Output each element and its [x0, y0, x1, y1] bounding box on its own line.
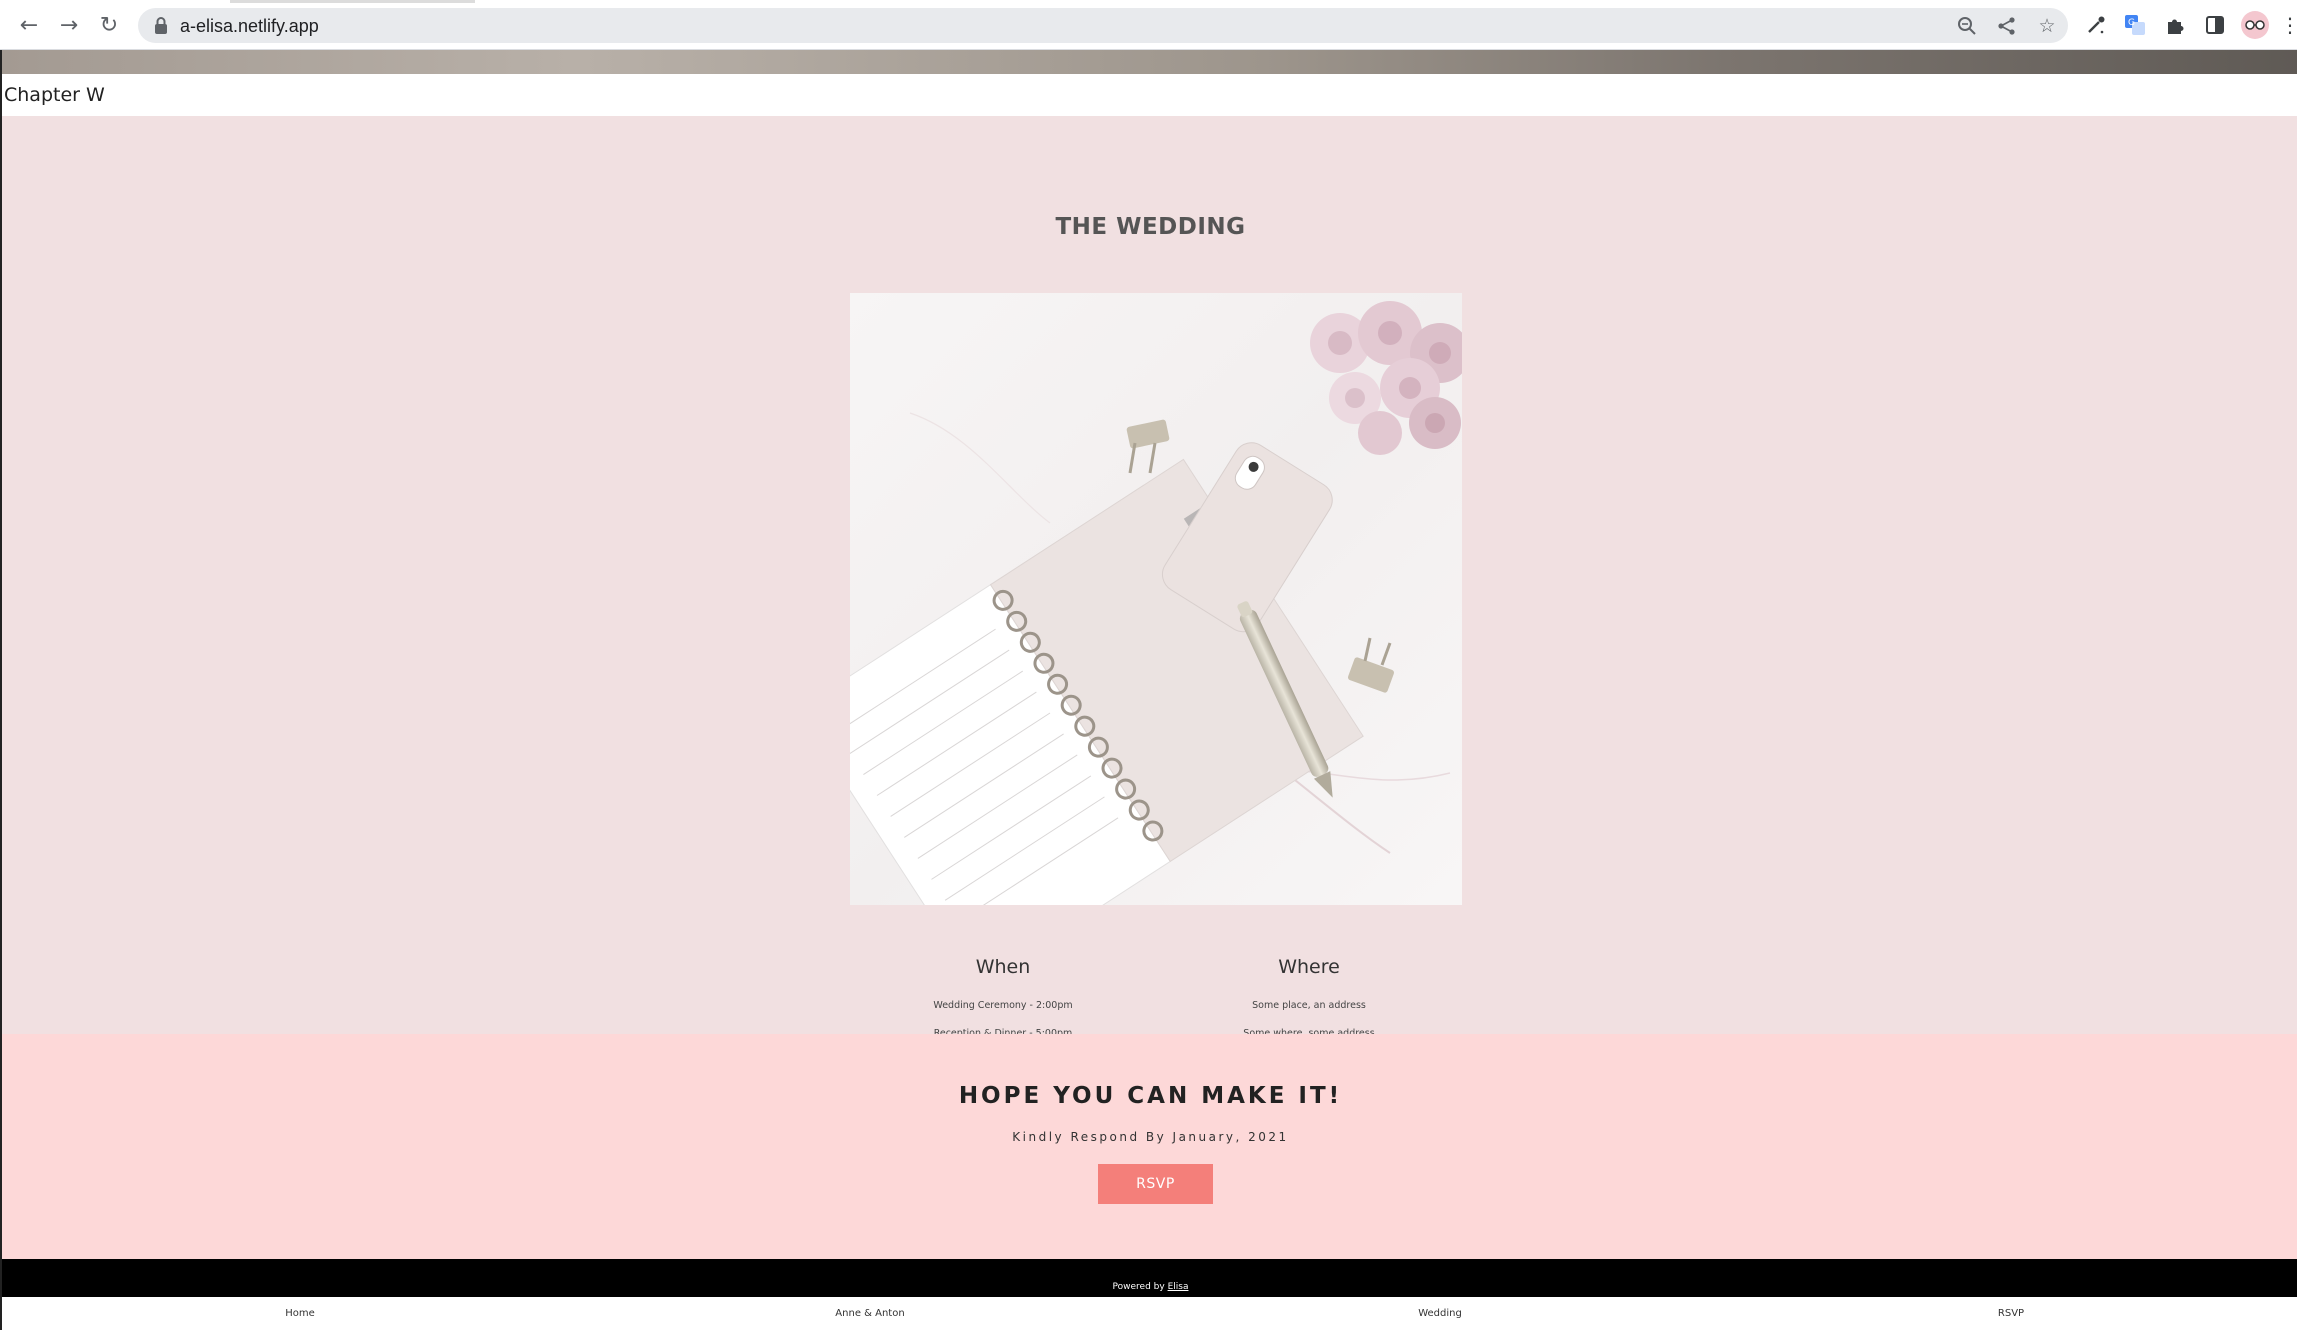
powered-by: Powered by Elisa [2, 1282, 2297, 1292]
bottom-nav: Home Anne & Anton Wedding RSVP [2, 1297, 2297, 1330]
side-panel-icon[interactable] [2202, 12, 2228, 38]
where-heading: Where [1278, 956, 1340, 978]
lock-icon[interactable] [152, 16, 170, 35]
when-heading: When [975, 956, 1031, 978]
forward-arrow-icon[interactable]: → [54, 10, 84, 40]
when-line: Wedding Ceremony - 2:00pm [933, 1000, 1073, 1011]
site-footer: Powered by Elisa [2, 1259, 2297, 1297]
elisa-link[interactable]: Elisa [1168, 1282, 1189, 1292]
reload-icon[interactable]: ↻ [94, 10, 124, 40]
rsvp-section: HOPE YOU CAN MAKE IT! Kindly Respond By … [2, 1034, 2297, 1259]
kebab-menu-icon[interactable]: ⋮ [2280, 12, 2297, 38]
powered-by-prefix: Powered by [1112, 1282, 1168, 1292]
browser-toolbar: ← → ↻ a-elisa.netlify.app ☆ G ⋮ [0, 0, 2297, 50]
web-page: Chapter W THE WEDDING When Wedding Cerem… [0, 50, 2297, 1330]
zoom-icon[interactable] [1955, 14, 1979, 38]
site-header: Chapter W [2, 74, 2297, 116]
rsvp-deadline: Kindly Respond By January, 2021 [1012, 1130, 1289, 1144]
hero-image-strip [2, 50, 2297, 74]
nav-item-wedding[interactable]: Wedding [1340, 1308, 1540, 1319]
eyedropper-icon[interactable] [2083, 12, 2109, 38]
wedding-planner-photo [850, 293, 1462, 905]
svg-text:G: G [2128, 18, 2135, 28]
rsvp-title: HOPE YOU CAN MAKE IT! [958, 1083, 1343, 1109]
site-brand[interactable]: Chapter W [4, 84, 105, 106]
back-arrow-icon[interactable]: ← [14, 10, 44, 40]
where-line: Some place, an address [1252, 1000, 1366, 1011]
translate-icon[interactable]: G [2122, 12, 2148, 38]
nav-item-home[interactable]: Home [200, 1308, 400, 1319]
star-icon[interactable]: ☆ [2035, 14, 2059, 38]
address-bar[interactable]: a-elisa.netlify.app ☆ [138, 8, 2068, 43]
wedding-section: THE WEDDING When Wedding Ceremony - 2:00… [2, 116, 2297, 1039]
active-tab-indicator [230, 0, 475, 3]
nav-item-rsvp[interactable]: RSVP [1911, 1308, 2111, 1319]
url-text[interactable]: a-elisa.netlify.app [180, 16, 319, 37]
nav-item-anne-anton[interactable]: Anne & Anton [770, 1308, 970, 1319]
wedding-title: THE WEDDING [1055, 214, 1246, 240]
puzzle-icon[interactable] [2162, 12, 2188, 38]
rsvp-button[interactable]: RSVP [1098, 1164, 1213, 1204]
share-icon[interactable] [1995, 14, 2019, 38]
profile-avatar[interactable] [2241, 11, 2269, 39]
